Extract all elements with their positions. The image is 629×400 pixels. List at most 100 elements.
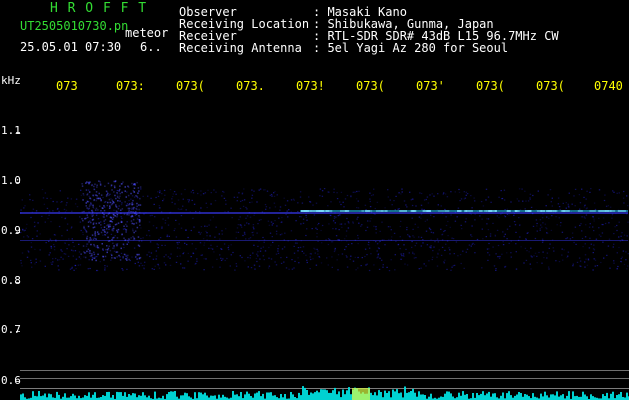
- trace-bar: [84, 395, 86, 400]
- noise-speck: [425, 198, 427, 201]
- noise-speck: [541, 226, 543, 228]
- noise-speck: [246, 222, 248, 224]
- noise-speck: [150, 252, 153, 254]
- noise-speck: [99, 205, 101, 207]
- noise-speck: [93, 188, 95, 191]
- noise-speck: [82, 233, 84, 236]
- noise-speck: [71, 267, 73, 269]
- noise-speck: [127, 241, 130, 243]
- noise-speck: [61, 201, 63, 203]
- noise-speck: [368, 241, 370, 243]
- noise-speck: [440, 205, 442, 207]
- noise-speck: [30, 242, 32, 244]
- noise-speck: [575, 243, 577, 245]
- noise-speck: [122, 256, 124, 258]
- noise-speck: [548, 247, 550, 249]
- noise-speck: [224, 259, 226, 262]
- noise-speck: [115, 204, 117, 206]
- noise-speck: [84, 228, 86, 230]
- trace-bar: [320, 389, 322, 400]
- noise-speck: [186, 243, 188, 246]
- noise-speck: [137, 197, 139, 199]
- noise-speck: [557, 197, 560, 199]
- noise-speck: [144, 261, 146, 263]
- noise-speck: [436, 256, 438, 258]
- noise-speck: [140, 227, 142, 229]
- noise-speck: [192, 217, 194, 219]
- noise-speck: [125, 223, 127, 226]
- noise-speck: [30, 259, 32, 261]
- noise-speck: [202, 193, 205, 195]
- noise-speck: [492, 246, 494, 248]
- noise-speck: [121, 268, 123, 270]
- trace-bar: [232, 391, 234, 400]
- noise-speck: [497, 244, 500, 247]
- noise-speck: [368, 269, 371, 272]
- noise-speck: [157, 191, 159, 193]
- noise-speck: [586, 190, 588, 192]
- noise-speck: [246, 208, 248, 210]
- noise-speck: [270, 193, 273, 196]
- noise-speck: [589, 191, 591, 193]
- noise-speck: [76, 206, 79, 208]
- noise-speck: [460, 198, 463, 200]
- noise-speck: [34, 225, 36, 227]
- noise-speck: [115, 197, 117, 200]
- noise-speck: [256, 253, 258, 255]
- noise-speck: [132, 199, 134, 202]
- noise-speck: [178, 223, 180, 225]
- noise-speck: [20, 209, 22, 211]
- noise-speck: [182, 205, 184, 207]
- noise-speck: [360, 265, 362, 267]
- noise-speck: [192, 192, 195, 194]
- noise-speck: [557, 203, 560, 205]
- noise-speck: [34, 263, 36, 265]
- trace-bar: [318, 392, 320, 400]
- trace-bar: [514, 395, 516, 400]
- trace-bar: [338, 391, 340, 400]
- noise-speck: [488, 254, 491, 256]
- noise-speck: [513, 221, 516, 223]
- noise-speck: [122, 181, 124, 183]
- noise-speck: [311, 228, 313, 230]
- noise-speck: [137, 261, 139, 263]
- noise-speck: [559, 225, 562, 227]
- noise-speck: [516, 198, 518, 200]
- noise-speck: [453, 253, 455, 255]
- noise-speck: [175, 193, 177, 195]
- noise-speck: [75, 198, 78, 200]
- noise-speck: [345, 255, 347, 257]
- noise-speck: [530, 206, 533, 208]
- trace-bar: [44, 393, 46, 400]
- noise-speck: [107, 247, 110, 250]
- noise-speck: [200, 207, 202, 209]
- noise-speck: [502, 241, 504, 243]
- noise-speck: [106, 251, 108, 254]
- noise-speck: [210, 192, 212, 194]
- noise-speck: [173, 229, 175, 232]
- noise-speck: [302, 246, 305, 248]
- noise-speck: [168, 235, 170, 237]
- noise-speck: [86, 207, 88, 209]
- trace-bar: [380, 392, 382, 400]
- noise-speck: [457, 207, 460, 209]
- noise-speck: [397, 208, 399, 210]
- trace-bar: [346, 390, 348, 400]
- noise-speck: [247, 266, 249, 268]
- noise-speck: [26, 235, 28, 237]
- noise-speck: [116, 195, 119, 198]
- trace-bar: [104, 395, 106, 400]
- noise-speck: [550, 201, 552, 203]
- noise-speck: [612, 190, 614, 192]
- noise-speck: [293, 199, 295, 201]
- noise-speck: [523, 262, 525, 264]
- trace-bar: [418, 391, 420, 400]
- noise-speck: [487, 196, 490, 198]
- noise-speck: [103, 220, 105, 222]
- noise-speck: [237, 231, 240, 233]
- noise-speck: [443, 230, 445, 233]
- noise-speck: [263, 189, 265, 191]
- noise-speck: [127, 254, 129, 257]
- noise-speck: [337, 254, 340, 256]
- noise-speck: [536, 222, 538, 225]
